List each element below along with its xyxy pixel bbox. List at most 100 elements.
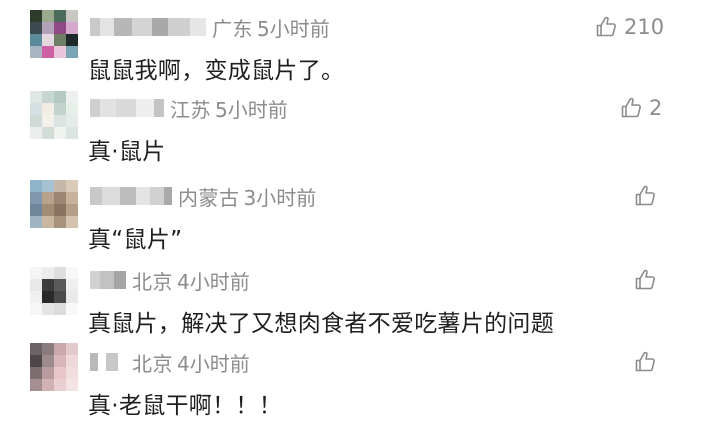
avatar-pixel	[30, 204, 42, 216]
avatar-pixel	[30, 115, 42, 127]
like-count: 210	[624, 15, 665, 39]
avatar-pixel	[30, 279, 42, 291]
avatar-pixel	[42, 216, 54, 228]
avatar-pixel	[66, 291, 78, 303]
comment-time: 5小时前	[257, 16, 330, 41]
avatar-pixel	[42, 22, 54, 34]
avatar-pixel	[66, 10, 78, 22]
avatar-pixel	[54, 379, 66, 391]
comment-location: 内蒙古	[178, 185, 240, 210]
thumbs-up-icon	[633, 184, 657, 208]
avatar-pixel	[42, 127, 54, 139]
avatar-pixel	[30, 127, 42, 139]
comment-text: 真鼠片，解决了又想肉食者不爱吃薯片的问题	[88, 311, 554, 337]
avatar-pixel	[66, 267, 78, 279]
avatar[interactable]	[30, 10, 78, 58]
comment-time: 4小时前	[177, 351, 250, 376]
username-blurred[interactable]	[90, 353, 126, 371]
avatar-pixel	[42, 343, 54, 355]
avatar-pixel	[30, 34, 42, 46]
avatar-pixel	[54, 10, 66, 22]
avatar-pixel	[30, 367, 42, 379]
avatar-pixel	[42, 34, 54, 46]
avatar-pixel	[30, 379, 42, 391]
comment-text: 鼠鼠我啊，变成鼠片了。	[88, 58, 345, 84]
username-blurred[interactable]	[90, 271, 126, 289]
avatar-pixel	[54, 216, 66, 228]
avatar-pixel	[66, 115, 78, 127]
avatar-pixel	[54, 46, 66, 58]
like-button[interactable]: 210	[594, 13, 664, 41]
avatar-pixel	[42, 303, 54, 315]
avatar-pixel	[42, 379, 54, 391]
comment-location: 北京	[132, 269, 173, 294]
avatar-pixel	[42, 291, 54, 303]
avatar-pixel	[54, 343, 66, 355]
avatar-pixel	[30, 355, 42, 367]
avatar-pixel	[54, 103, 66, 115]
thumbs-up-icon	[594, 15, 618, 39]
like-count: 2	[649, 96, 663, 120]
avatar-pixel	[42, 180, 54, 192]
avatar-pixel	[42, 115, 54, 127]
avatar-pixel	[66, 22, 78, 34]
avatar-pixel	[42, 91, 54, 103]
comment-location: 广东	[212, 16, 253, 41]
avatar-pixel	[42, 10, 54, 22]
avatar-pixel	[66, 355, 78, 367]
avatar-pixel	[66, 91, 78, 103]
like-button[interactable]	[633, 348, 657, 376]
avatar-pixel	[54, 22, 66, 34]
comment-meta: 江苏 5小时前	[90, 94, 288, 122]
thumbs-up-icon	[633, 350, 657, 374]
like-button[interactable]	[633, 182, 657, 210]
avatar-pixel	[42, 367, 54, 379]
avatar-pixel	[66, 367, 78, 379]
avatar-pixel	[30, 180, 42, 192]
avatar-pixel	[54, 115, 66, 127]
username-blurred[interactable]	[90, 18, 206, 36]
thumbs-up-icon	[633, 268, 657, 292]
like-button[interactable]	[633, 266, 657, 294]
username-blurred[interactable]	[90, 187, 172, 205]
avatar-pixel	[54, 204, 66, 216]
comment-meta: 内蒙古 3小时前	[90, 182, 316, 210]
avatar-pixel	[54, 127, 66, 139]
avatar-pixel	[66, 46, 78, 58]
avatar-pixel	[42, 204, 54, 216]
avatar[interactable]	[30, 180, 78, 228]
avatar-pixel	[42, 355, 54, 367]
avatar-pixel	[54, 180, 66, 192]
avatar-pixel	[54, 355, 66, 367]
comment-text: 真·鼠片	[88, 139, 166, 165]
comment-location: 江苏	[170, 97, 211, 122]
avatar-pixel	[30, 22, 42, 34]
avatar-pixel	[30, 267, 42, 279]
avatar-pixel	[54, 367, 66, 379]
comment-meta: 广东 5小时前	[90, 13, 330, 41]
avatar-pixel	[30, 343, 42, 355]
avatar-pixel	[66, 127, 78, 139]
avatar[interactable]	[30, 343, 78, 391]
avatar-pixel	[30, 103, 42, 115]
avatar-pixel	[42, 192, 54, 204]
comment-text: 真“鼠片”	[88, 227, 183, 253]
avatar[interactable]	[30, 267, 78, 315]
avatar-pixel	[66, 192, 78, 204]
username-blurred[interactable]	[90, 99, 164, 117]
comment-time: 4小时前	[177, 269, 250, 294]
comment-text: 真·老鼠干啊！！！	[88, 393, 283, 419]
avatar-pixel	[66, 216, 78, 228]
avatar[interactable]	[30, 91, 78, 139]
comment-meta: 北京 4小时前	[90, 266, 250, 294]
avatar-pixel	[54, 303, 66, 315]
avatar-pixel	[66, 279, 78, 291]
avatar-pixel	[30, 91, 42, 103]
avatar-pixel	[54, 34, 66, 46]
like-button[interactable]: 2	[619, 94, 662, 122]
avatar-pixel	[30, 216, 42, 228]
comment-meta: 北京 4小时前	[90, 348, 250, 376]
avatar-pixel	[54, 291, 66, 303]
avatar-pixel	[66, 180, 78, 192]
thumbs-up-icon	[619, 96, 643, 120]
